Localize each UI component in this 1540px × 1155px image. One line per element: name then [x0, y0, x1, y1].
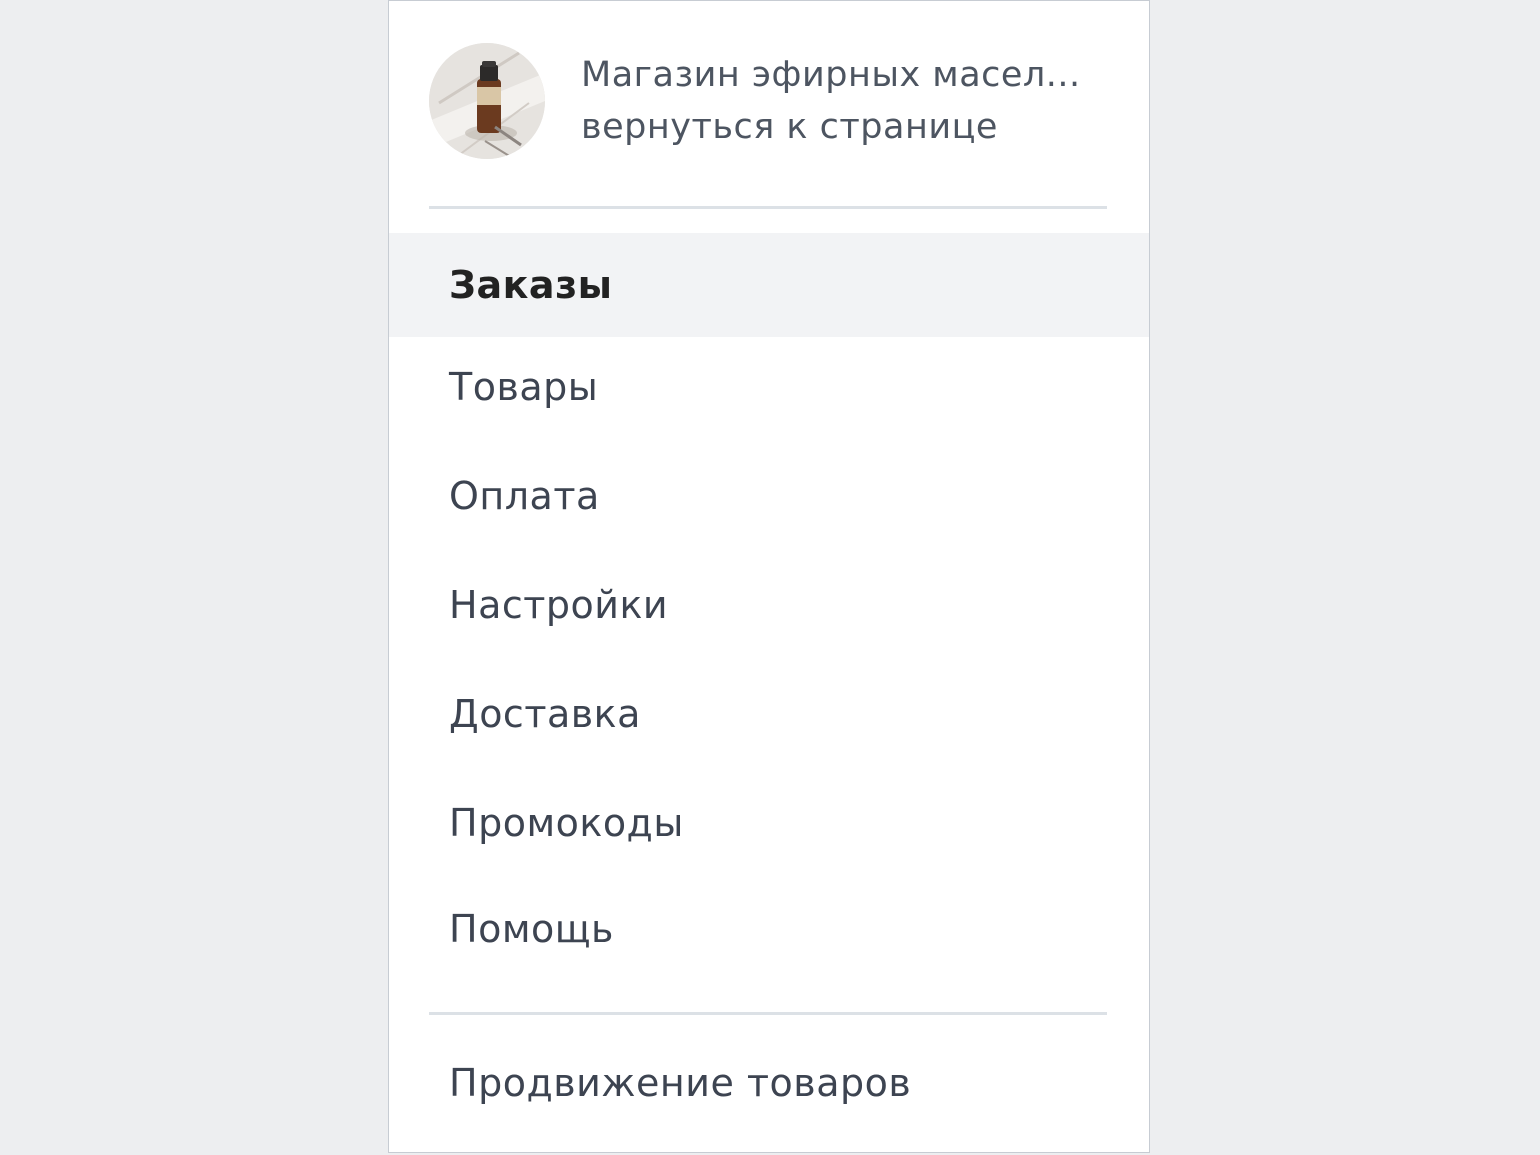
menu-item-payment[interactable]: Оплата	[389, 444, 1149, 548]
shop-admin-menu: Магазин эфирных масел... вернуться к стр…	[388, 0, 1150, 1153]
menu-item-products[interactable]: Товары	[389, 335, 1149, 439]
menu-item-label: Заказы	[449, 263, 613, 307]
shop-header-link[interactable]: Магазин эфирных масел... вернуться к стр…	[429, 39, 1109, 163]
shop-name: Магазин эфирных масел...	[581, 55, 1081, 95]
menu-item-orders[interactable]: Заказы	[389, 233, 1149, 337]
divider	[429, 206, 1107, 209]
divider	[429, 1012, 1107, 1015]
shop-header-text: Магазин эфирных масел... вернуться к стр…	[581, 49, 1081, 153]
menu-item-label: Товары	[449, 365, 599, 409]
menu-item-label: Настройки	[449, 583, 669, 627]
menu-item-label: Помощь	[449, 907, 614, 951]
menu-item-promocodes[interactable]: Промокоды	[389, 771, 1149, 875]
shop-avatar	[429, 43, 545, 159]
menu-item-label: Продвижение товаров	[449, 1061, 912, 1105]
back-to-page-link[interactable]: вернуться к странице	[581, 101, 1081, 153]
menu-item-help[interactable]: Помощь	[389, 877, 1149, 981]
menu-item-label: Оплата	[449, 474, 600, 518]
menu-item-settings[interactable]: Настройки	[389, 553, 1149, 657]
menu-item-delivery[interactable]: Доставка	[389, 662, 1149, 766]
menu-item-label: Промокоды	[449, 801, 684, 845]
menu-item-promotion[interactable]: Продвижение товаров	[389, 1031, 1149, 1135]
essential-oil-bottle-icon	[429, 43, 545, 159]
menu-item-label: Доставка	[449, 692, 641, 736]
